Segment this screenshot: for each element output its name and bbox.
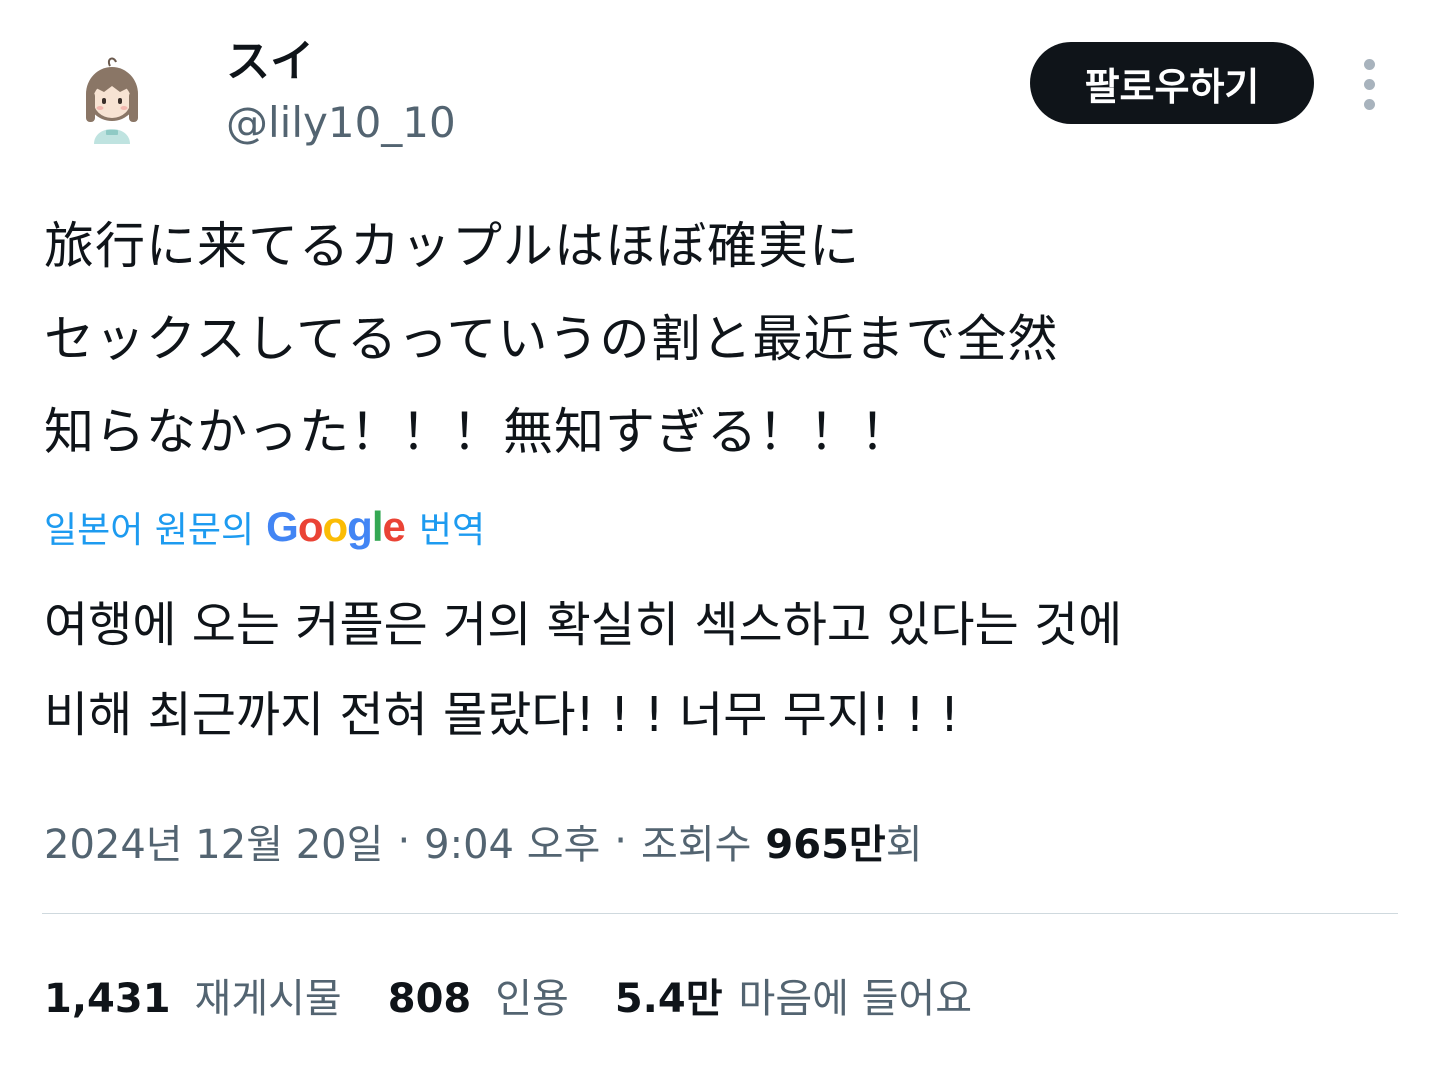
reposts-label: 재게시물 <box>194 976 342 1022</box>
avatar[interactable] <box>62 52 162 152</box>
views-count[interactable]: 965만 <box>765 812 885 870</box>
more-vertical-icon-dot <box>1363 78 1375 90</box>
translate-action: 번역 <box>418 510 486 551</box>
translated-text: 여행에 오는 커플은 거의 확실히 섹스하고 있다는 것에 비해 최근까지 전혀… <box>44 580 1404 760</box>
display-name[interactable]: スイ <box>226 34 314 90</box>
more-vertical-icon <box>1363 58 1375 70</box>
tweet-date[interactable]: 2024년 12월 20일 <box>44 812 383 870</box>
likes-stat[interactable]: 5.4만 마음에 들어요 <box>615 966 972 1024</box>
tweet-text-line: 知らなかった！！！無知すぎる！！！ <box>44 403 911 461</box>
avatar-illustration-icon <box>86 57 138 144</box>
more-options-button[interactable] <box>1346 54 1392 114</box>
quotes-label: 인용 <box>495 976 569 1022</box>
quotes-count: 808 <box>387 976 472 1022</box>
tweet-text-line: 旅行に来てるカップルはほぼ確実に <box>44 217 860 275</box>
more-vertical-icon-dot <box>1363 98 1375 110</box>
meta-separator: · <box>397 818 411 864</box>
views-suffix: 회 <box>885 822 923 868</box>
tweet-text: 旅行に来てるカップルはほぼ確実に セックスしてるっていうの割と最近まで全然 知ら… <box>44 200 1404 479</box>
reposts-stat[interactable]: 1,431 재게시물 <box>44 966 342 1024</box>
google-logo: Google <box>266 503 406 550</box>
reposts-count: 1,431 <box>44 976 171 1022</box>
quotes-stat[interactable]: 808 인용 <box>388 966 569 1024</box>
user-handle[interactable]: @lily10_10 <box>226 96 456 150</box>
tweet-time[interactable]: 9:04 오후 <box>424 812 600 870</box>
likes-count: 5.4만 <box>614 976 723 1022</box>
translated-text-line: 비해 최근까지 전혀 몰랐다! ! ! 너무 무지! ! ! <box>44 687 960 743</box>
tweet-meta: 2024년 12월 20일 · 9:04 오후 · 조회수 965만 회 <box>44 810 923 872</box>
follow-button[interactable]: 팔로우하기 <box>1030 42 1314 124</box>
likes-label: 마음에 들어요 <box>738 976 973 1022</box>
translated-text-line: 여행에 오는 커플은 거의 확실히 섹스하고 있다는 것에 <box>44 597 1123 653</box>
translate-prefix: 일본어 원문의 <box>44 510 255 551</box>
translate-link[interactable]: 일본어 원문의 Google 번역 <box>44 500 485 554</box>
divider <box>42 913 1398 914</box>
tweet-detail: スイ @lily10_10 팔로우하기 旅行に来てるカップルはほぼ確実に セック… <box>0 0 1440 1068</box>
engagement-stats: 1,431 재게시물 808 인용 5.4만 마음에 들어요 <box>44 964 1018 1026</box>
views-label: 조회수 <box>641 822 752 868</box>
tweet-text-line: セックスしてるっていうの割と最近まで全然 <box>44 310 1059 368</box>
meta-separator: · <box>614 818 628 864</box>
